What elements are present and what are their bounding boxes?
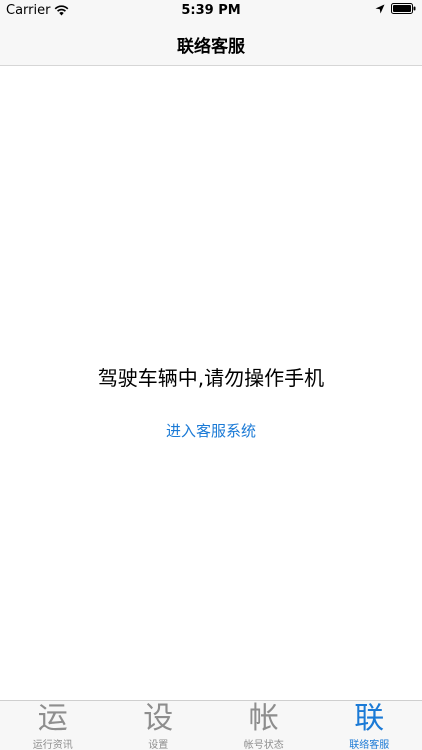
status-time: 5:39 PM: [181, 3, 241, 18]
status-right: [375, 3, 416, 14]
tab-contact-support[interactable]: 联 联络客服: [317, 701, 422, 750]
navigation-bar: 联络客服: [0, 22, 422, 66]
settings-icon: 设: [143, 701, 174, 736]
enter-customer-service-link[interactable]: 进入客服系统: [0, 420, 422, 441]
contact-support-icon: 联: [354, 701, 385, 736]
driving-warning-text: 驾驶车辆中,请勿操作手机: [97, 366, 325, 390]
location-arrow-icon: [375, 4, 385, 14]
tab-label: 帐号状态: [243, 740, 284, 750]
tab-label: 运行资讯: [32, 740, 73, 750]
tab-operation-info[interactable]: 运 运行资讯: [0, 701, 106, 750]
operation-info-icon: 运: [37, 701, 68, 736]
tab-bar: 运 运行资讯 设 设置 帐 帐号状态 联 联络客服: [0, 700, 422, 750]
tab-settings[interactable]: 设 设置: [106, 701, 212, 750]
status-bar: Carrier 5:39 PM: [0, 0, 422, 22]
main-content: 驾驶车辆中,请勿操作手机 进入客服系统: [0, 66, 422, 700]
battery-icon: [391, 3, 416, 14]
tab-account-status[interactable]: 帐 帐号状态: [211, 701, 317, 750]
tab-label: 联络客服: [349, 740, 390, 750]
page-title: 联络客服: [177, 37, 245, 57]
tab-label: 设置: [148, 740, 169, 750]
account-status-icon: 帐: [248, 701, 279, 736]
app-screen: Carrier 5:39 PM 联络客服 驾驶车辆中,请勿操作手机 进入客服系统…: [0, 0, 422, 750]
